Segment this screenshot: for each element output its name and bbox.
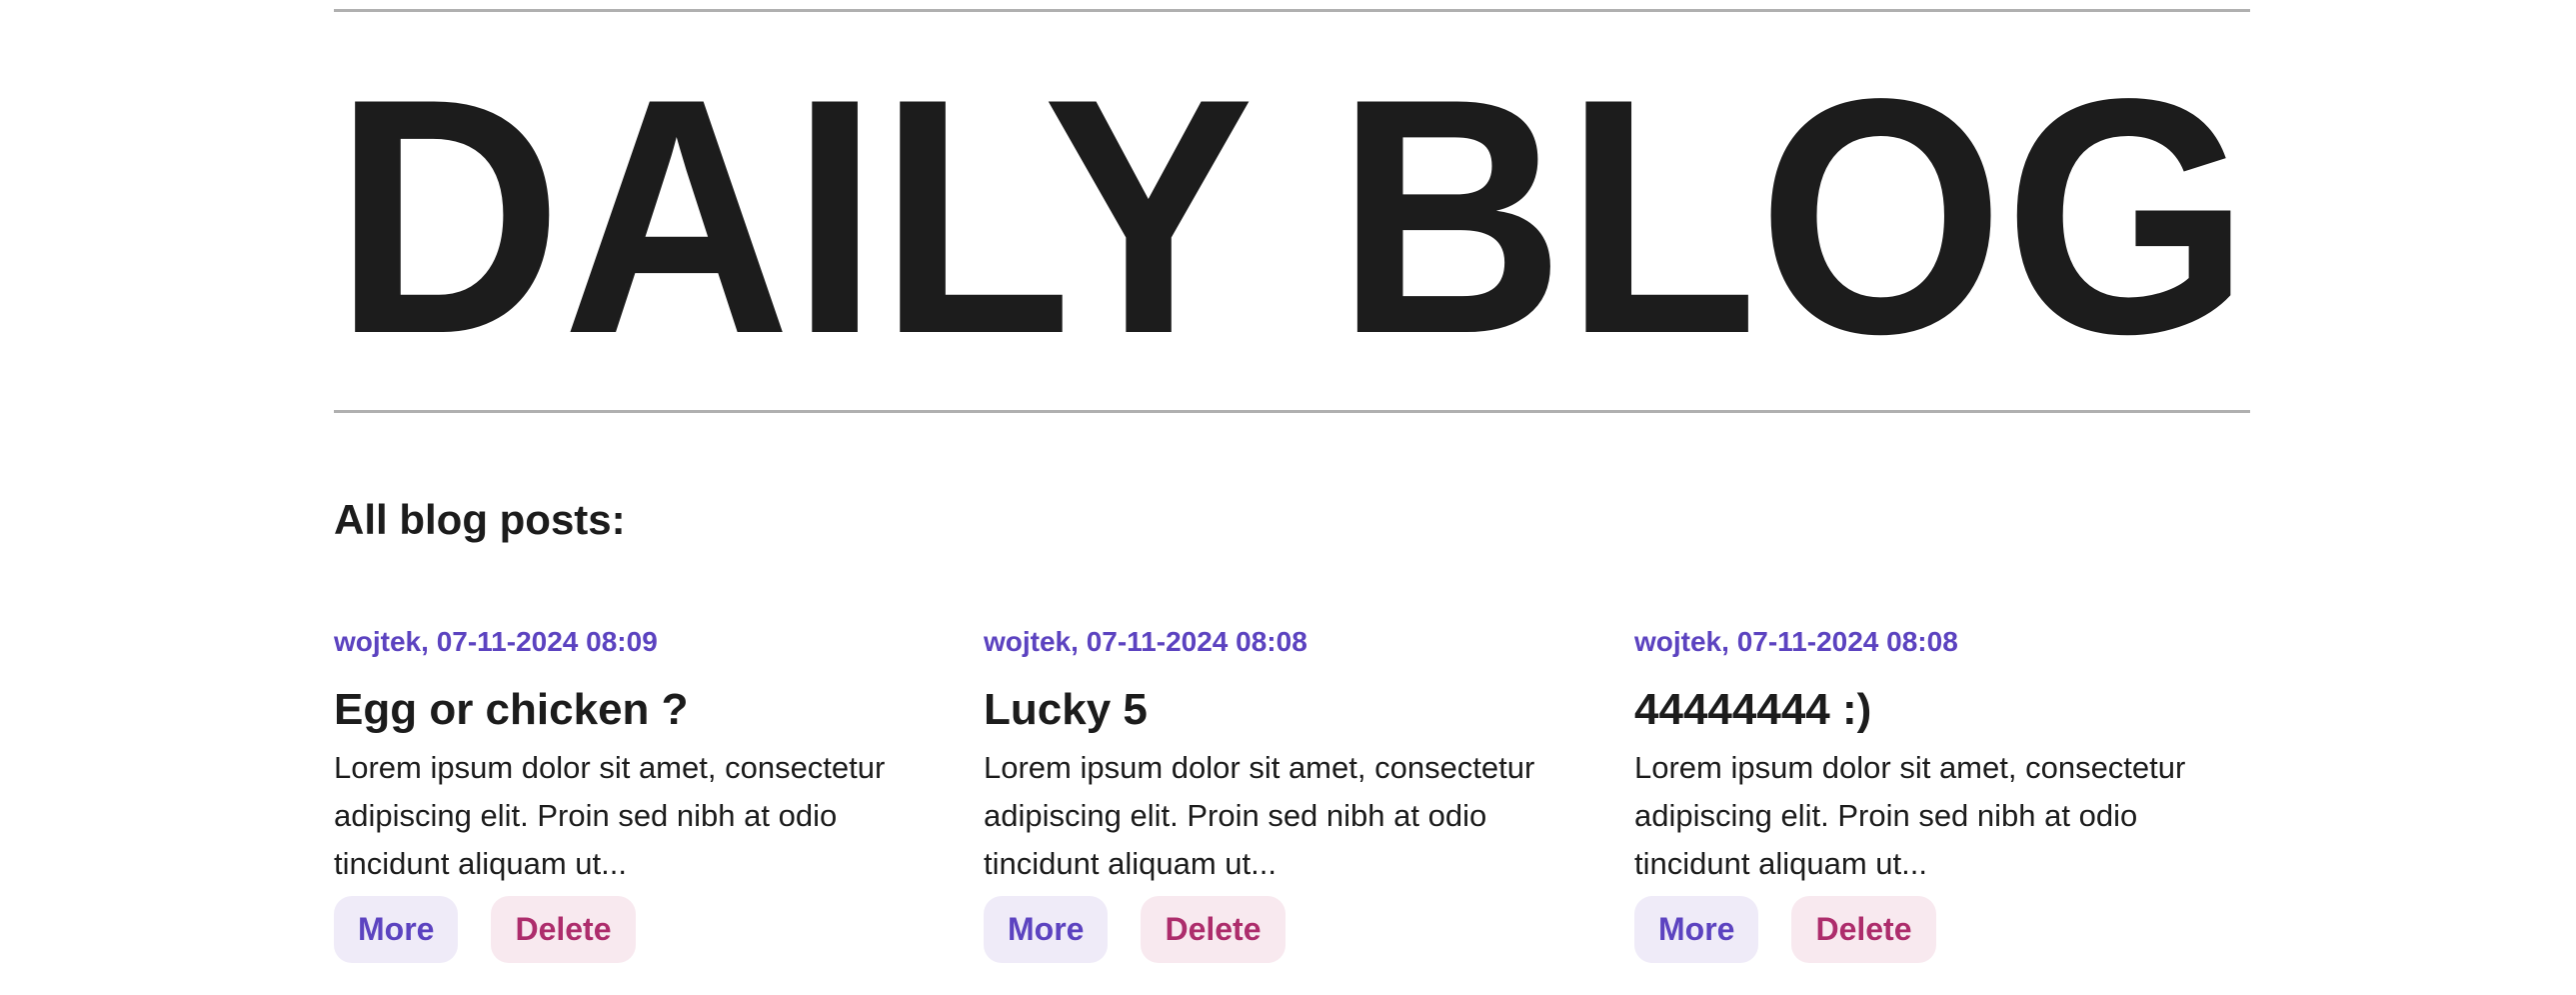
delete-button[interactable]: Delete: [491, 896, 636, 963]
section-heading: All blog posts:: [334, 496, 626, 543]
post-title: Egg or chicken ?: [334, 685, 689, 734]
more-button[interactable]: More: [334, 896, 459, 963]
top-divider: [334, 9, 2250, 12]
post-meta: wojtek, 07-11-2024 08:09: [334, 626, 658, 657]
blog-title: DAILY BLOG: [334, 60, 2250, 360]
delete-button[interactable]: Delete: [1141, 896, 1286, 963]
post-excerpt: Lorem ipsum dolor sit amet, consectetur …: [1634, 750, 2186, 881]
post-excerpt: Lorem ipsum dolor sit amet, consectetur …: [334, 750, 886, 881]
post-card: wojtek, 07-11-2024 08:08 44444444 :) Lor…: [1634, 626, 2254, 963]
post-card: wojtek, 07-11-2024 08:09 Egg or chicken …: [334, 626, 954, 963]
more-button[interactable]: More: [1634, 896, 1759, 963]
post-title: 44444444 :): [1634, 685, 1872, 734]
post-card: wojtek, 07-11-2024 08:08 Lucky 5 Lorem i…: [984, 626, 1603, 963]
post-meta: wojtek, 07-11-2024 08:08: [984, 626, 1307, 657]
post-meta: wojtek, 07-11-2024 08:08: [1634, 626, 1958, 657]
header-divider: [334, 410, 2250, 413]
blog-title-text: DAILY BLOG: [334, 60, 2250, 360]
more-button[interactable]: More: [984, 896, 1109, 963]
post-excerpt: Lorem ipsum dolor sit amet, consectetur …: [984, 750, 1535, 881]
delete-button[interactable]: Delete: [1791, 896, 1936, 963]
post-title: Lucky 5: [984, 685, 1148, 734]
